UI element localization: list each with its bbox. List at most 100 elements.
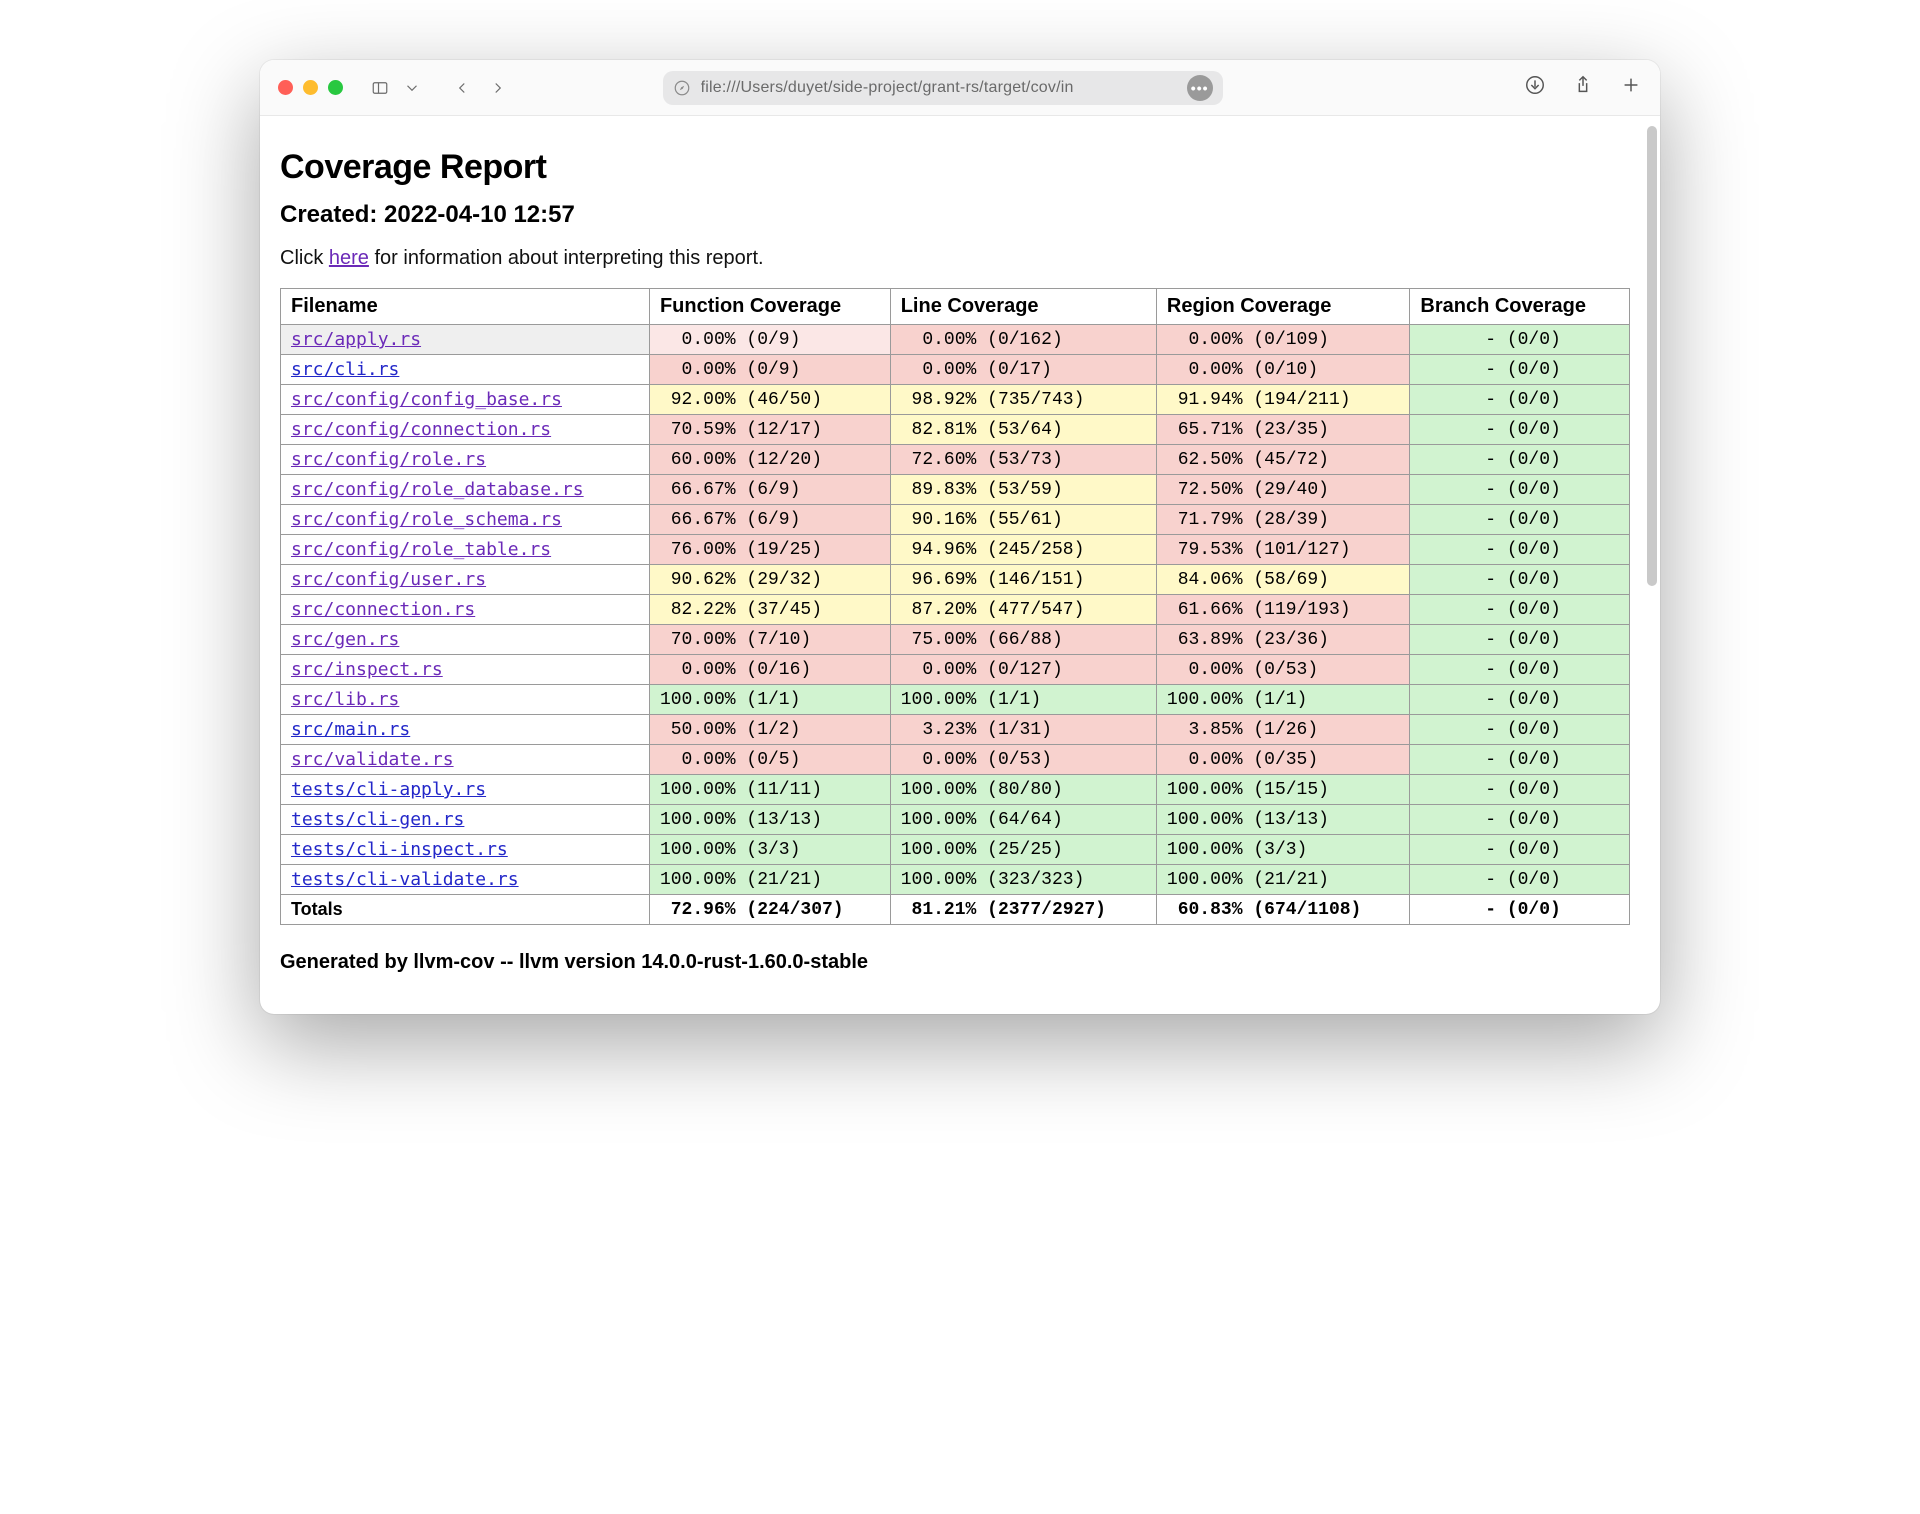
file-link[interactable]: src/cli.rs	[291, 359, 399, 380]
func-cell: 60.00% (12/20)	[649, 445, 890, 475]
col-line[interactable]: Line Coverage	[890, 289, 1156, 325]
scrollbar-track[interactable]	[1642, 116, 1660, 1014]
file-link[interactable]: src/inspect.rs	[291, 659, 443, 680]
func-cell: 100.00% (11/11)	[649, 775, 890, 805]
more-icon[interactable]: •••	[1187, 75, 1213, 101]
func-cell: 0.00% (0/5)	[649, 745, 890, 775]
file-cell: src/config/role_schema.rs	[281, 505, 650, 535]
file-cell: tests/cli-inspect.rs	[281, 835, 650, 865]
file-cell: src/inspect.rs	[281, 655, 650, 685]
func-cell: 0.00% (0/9)	[649, 355, 890, 385]
branch-cell: - (0/0)	[1410, 655, 1630, 685]
file-link[interactable]: src/lib.rs	[291, 689, 399, 710]
line-cell: 75.00% (66/88)	[890, 625, 1156, 655]
file-link[interactable]: src/connection.rs	[291, 599, 475, 620]
file-link[interactable]: tests/cli-validate.rs	[291, 869, 519, 890]
line-cell: 82.81% (53/64)	[890, 415, 1156, 445]
branch-cell: - (0/0)	[1410, 685, 1630, 715]
back-button[interactable]	[453, 79, 471, 97]
footer-text: Generated by llvm-cov -- llvm version 14…	[280, 951, 1630, 974]
downloads-icon[interactable]	[1524, 74, 1546, 101]
line-cell: 98.92% (735/743)	[890, 385, 1156, 415]
file-cell: src/gen.rs	[281, 625, 650, 655]
branch-cell: - (0/0)	[1410, 535, 1630, 565]
forward-button[interactable]	[489, 79, 507, 97]
url-bar[interactable]: file:///Users/duyet/side-project/grant-r…	[663, 71, 1223, 105]
col-branch[interactable]: Branch Coverage	[1410, 289, 1630, 325]
intro-suffix: for information about interpreting this …	[369, 247, 764, 269]
branch-cell: - (0/0)	[1410, 775, 1630, 805]
line-cell: 3.23% (1/31)	[890, 715, 1156, 745]
file-link[interactable]: src/apply.rs	[291, 329, 421, 350]
file-link[interactable]: src/config/user.rs	[291, 569, 486, 590]
region-cell: 0.00% (0/35)	[1156, 745, 1409, 775]
func-cell: 76.00% (19/25)	[649, 535, 890, 565]
table-row: src/validate.rs 0.00% (0/5) 0.00% (0/53)…	[281, 745, 1630, 775]
file-link[interactable]: src/validate.rs	[291, 749, 454, 770]
line-cell: 72.60% (53/73)	[890, 445, 1156, 475]
file-link[interactable]: src/config/config_base.rs	[291, 389, 562, 410]
func-cell: 82.22% (37/45)	[649, 595, 890, 625]
page-content: Coverage Report Created: 2022-04-10 12:5…	[260, 116, 1660, 1014]
maximize-button[interactable]	[328, 80, 343, 95]
file-cell: src/config/config_base.rs	[281, 385, 650, 415]
branch-cell: - (0/0)	[1410, 325, 1630, 355]
sidebar-icon[interactable]	[371, 79, 389, 97]
branch-cell: - (0/0)	[1410, 865, 1630, 895]
region-cell: 84.06% (58/69)	[1156, 565, 1409, 595]
col-function[interactable]: Function Coverage	[649, 289, 890, 325]
line-cell: 89.83% (53/59)	[890, 475, 1156, 505]
func-cell: 70.59% (12/17)	[649, 415, 890, 445]
file-link[interactable]: src/main.rs	[291, 719, 410, 740]
table-row: src/config/role_schema.rs 66.67% (6/9) 9…	[281, 505, 1630, 535]
table-row: tests/cli-gen.rs100.00% (13/13)100.00% (…	[281, 805, 1630, 835]
table-row: src/lib.rs100.00% (1/1)100.00% (1/1)100.…	[281, 685, 1630, 715]
table-row: src/cli.rs 0.00% (0/9) 0.00% (0/17) 0.00…	[281, 355, 1630, 385]
branch-cell: - (0/0)	[1410, 355, 1630, 385]
new-tab-icon[interactable]	[1620, 74, 1642, 101]
func-cell: 90.62% (29/32)	[649, 565, 890, 595]
page-title: Coverage Report	[280, 148, 1630, 187]
branch-cell: - (0/0)	[1410, 835, 1630, 865]
totals-func: 72.96% (224/307)	[649, 895, 890, 925]
col-region[interactable]: Region Coverage	[1156, 289, 1409, 325]
func-cell: 66.67% (6/9)	[649, 505, 890, 535]
branch-cell: - (0/0)	[1410, 475, 1630, 505]
coverage-table: Filename Function Coverage Line Coverage…	[280, 288, 1630, 925]
file-link[interactable]: src/config/role.rs	[291, 449, 486, 470]
file-link[interactable]: src/config/role_database.rs	[291, 479, 584, 500]
table-row: tests/cli-apply.rs100.00% (11/11)100.00%…	[281, 775, 1630, 805]
file-link[interactable]: src/gen.rs	[291, 629, 399, 650]
compass-icon	[673, 79, 691, 97]
file-link[interactable]: tests/cli-gen.rs	[291, 809, 464, 830]
table-row: src/config/user.rs 90.62% (29/32) 96.69%…	[281, 565, 1630, 595]
content-wrap: Coverage Report Created: 2022-04-10 12:5…	[260, 116, 1660, 1014]
browser-window: file:///Users/duyet/side-project/grant-r…	[260, 60, 1660, 1014]
file-link[interactable]: tests/cli-inspect.rs	[291, 839, 508, 860]
branch-cell: - (0/0)	[1410, 805, 1630, 835]
line-cell: 87.20% (477/547)	[890, 595, 1156, 625]
file-link[interactable]: src/config/connection.rs	[291, 419, 551, 440]
func-cell: 100.00% (13/13)	[649, 805, 890, 835]
file-cell: src/main.rs	[281, 715, 650, 745]
region-cell: 100.00% (21/21)	[1156, 865, 1409, 895]
minimize-button[interactable]	[303, 80, 318, 95]
table-row: src/inspect.rs 0.00% (0/16) 0.00% (0/127…	[281, 655, 1630, 685]
intro-link[interactable]: here	[329, 247, 369, 269]
file-link[interactable]: tests/cli-apply.rs	[291, 779, 486, 800]
table-row: tests/cli-inspect.rs100.00% (3/3)100.00%…	[281, 835, 1630, 865]
region-cell: 0.00% (0/109)	[1156, 325, 1409, 355]
file-cell: src/apply.rs	[281, 325, 650, 355]
close-button[interactable]	[278, 80, 293, 95]
scrollbar-thumb[interactable]	[1647, 126, 1657, 586]
chevron-down-icon[interactable]	[403, 79, 421, 97]
window-controls	[278, 80, 343, 95]
file-cell: tests/cli-gen.rs	[281, 805, 650, 835]
region-cell: 91.94% (194/211)	[1156, 385, 1409, 415]
file-link[interactable]: src/config/role_schema.rs	[291, 509, 562, 530]
file-link[interactable]: src/config/role_table.rs	[291, 539, 551, 560]
share-icon[interactable]	[1572, 74, 1594, 101]
col-filename[interactable]: Filename	[281, 289, 650, 325]
table-row: src/config/connection.rs 70.59% (12/17) …	[281, 415, 1630, 445]
line-cell: 96.69% (146/151)	[890, 565, 1156, 595]
